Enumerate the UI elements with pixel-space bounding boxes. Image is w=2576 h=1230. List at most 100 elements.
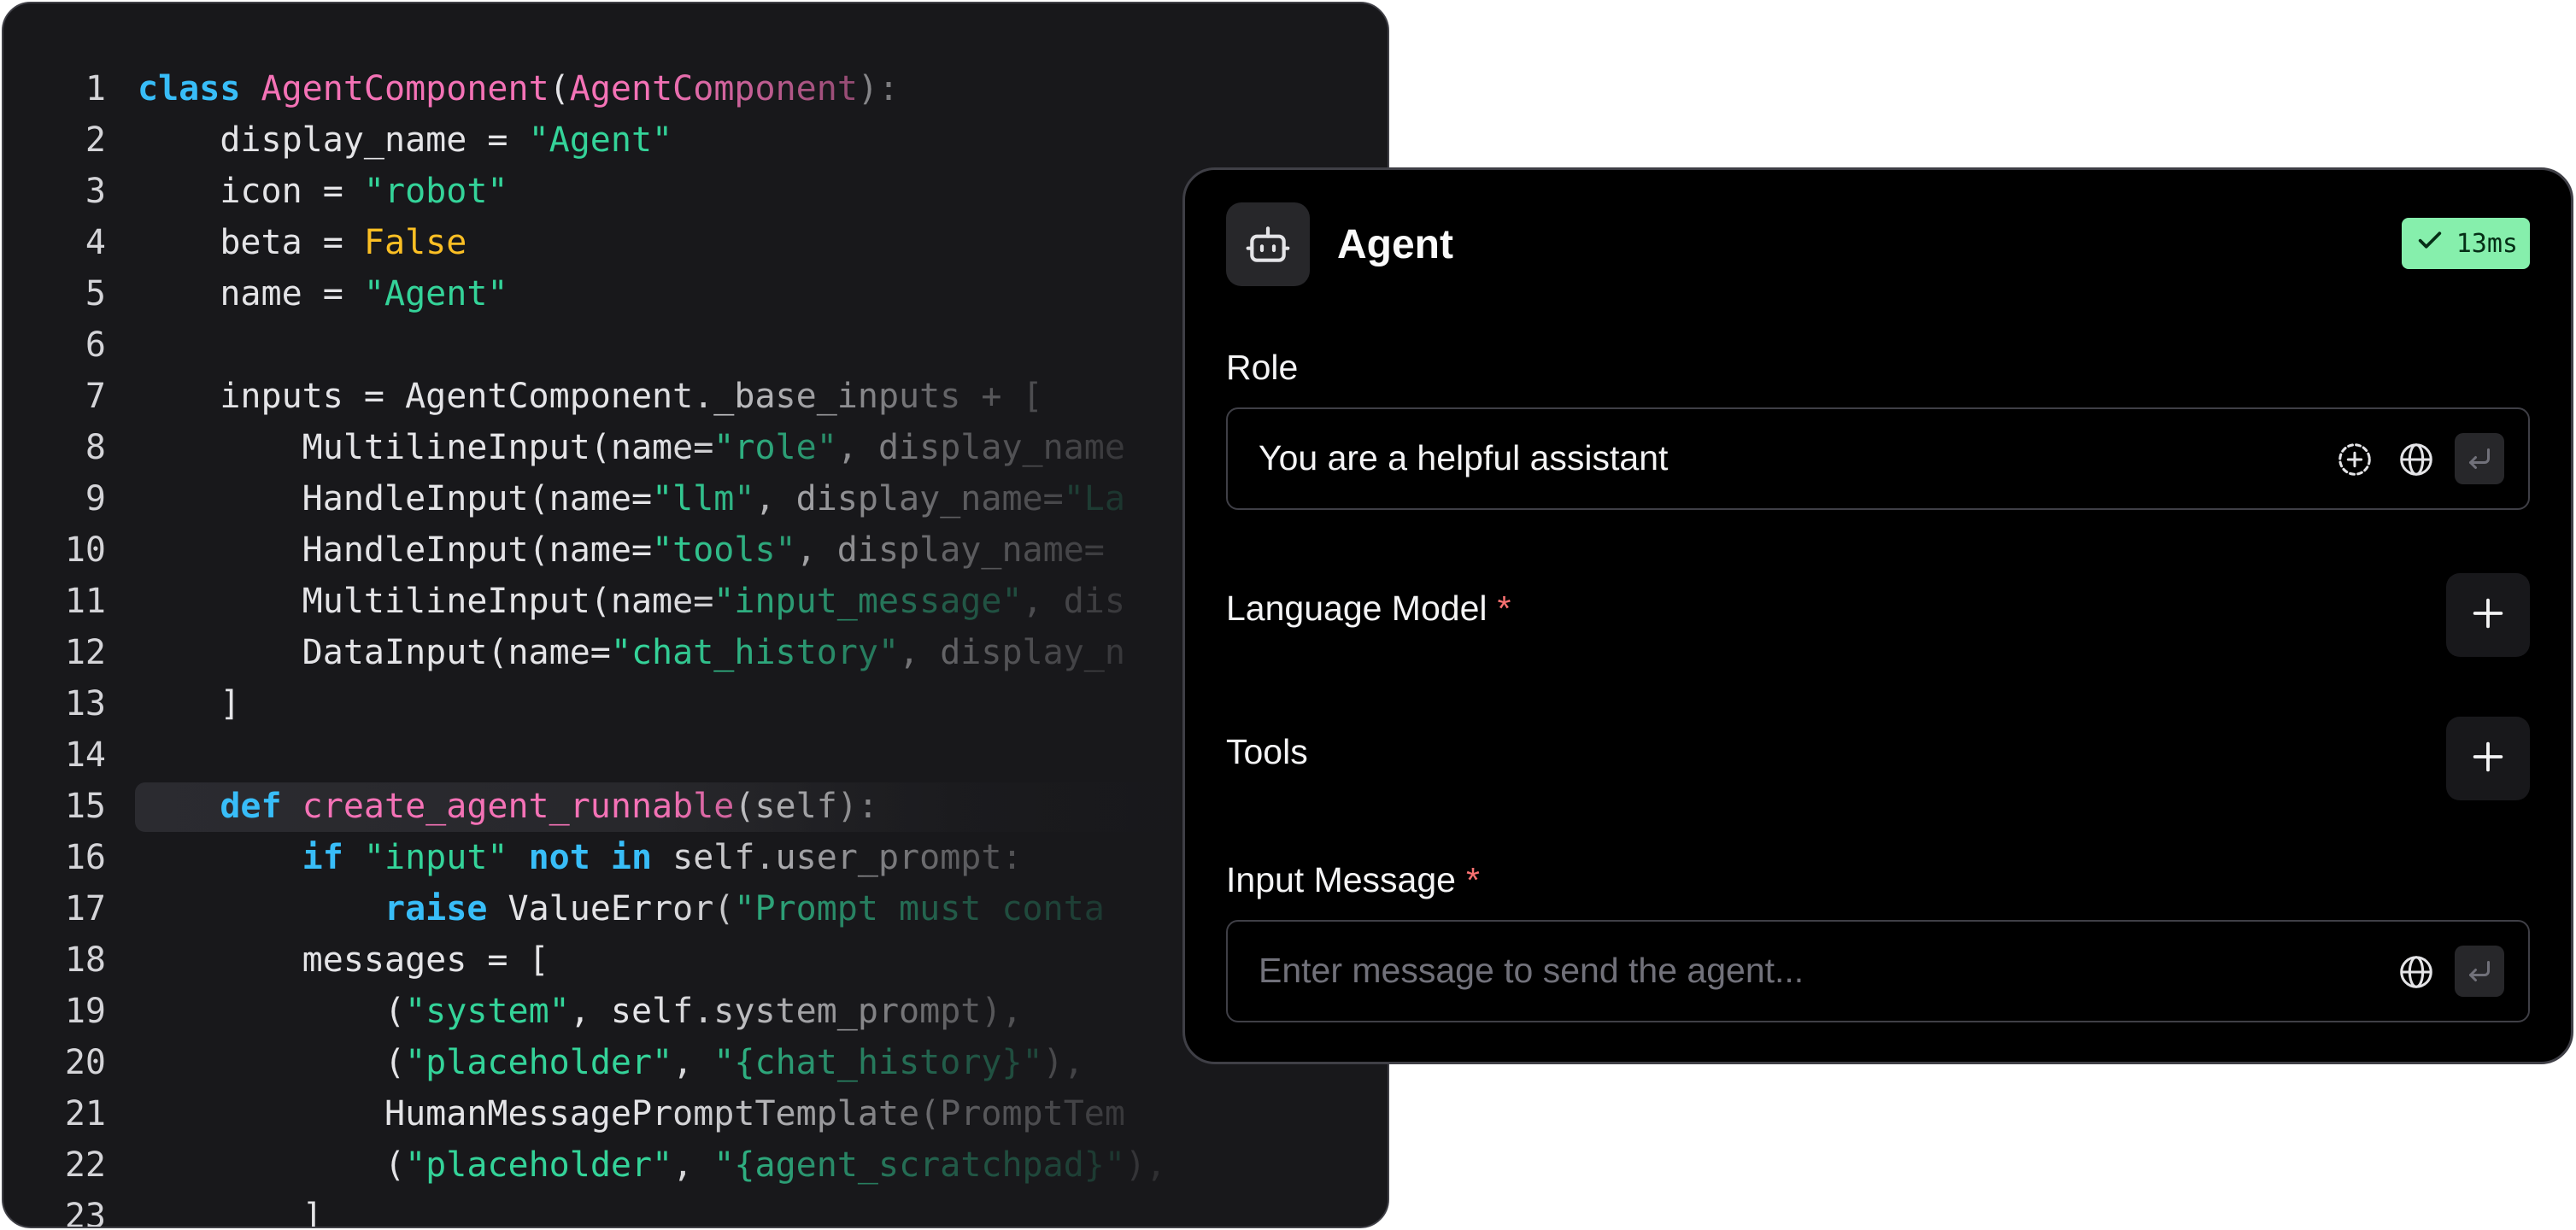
code-token: "system" [405,992,570,1031]
code-token: "La [1063,479,1125,518]
code-content: class AgentComponent(AgentComponent): [138,63,899,114]
agent-card[interactable]: Agent 13ms Role You are a helpful assist… [1182,167,2573,1064]
code-content: ("placeholder", "{agent_scratchpad}"), [138,1139,1166,1191]
code-content: name = "Agent" [138,268,508,319]
code-content: display_name = "Agent" [138,114,672,166]
code-line: 5 name = "Agent" [3,268,1388,319]
code-line: 10 HandleInput(name="tools", display_nam… [3,524,1388,576]
line-number: 6 [85,325,106,365]
code-line: 18 messages = [ [3,934,1388,986]
code-line: 3 icon = "robot" [3,166,1388,217]
required-marker: * [1497,589,1511,628]
enter-icon[interactable] [2455,433,2504,484]
code-token: messages = [ [138,940,549,980]
code-token: ( [138,1043,406,1082]
add-language-model-button[interactable] [2446,573,2530,657]
code-line: 8 MultilineInput(name="role", display_na… [3,422,1388,473]
code-lines: 1 class AgentComponent(AgentComponent): 2 … [3,63,1388,1228]
role-input-value[interactable]: You are a helpful assistant [1259,438,1668,478]
line-number: 5 [85,274,106,313]
code-content: icon = "robot" [138,166,508,217]
code-token: AgentComponent [261,69,549,108]
add-variable-icon[interactable] [2330,435,2379,484]
robot-icon [1226,202,1310,286]
add-tools-button[interactable] [2446,717,2530,800]
input-message-label: Input Message * [1226,860,1480,900]
input-message-label-text: Input Message [1226,860,1456,899]
code-line: 19 ("system", self.system_prompt), [3,986,1388,1037]
code-line: 1 class AgentComponent(AgentComponent): [3,63,1388,114]
line-number: 17 [64,889,106,928]
code-token: "role" [713,428,837,467]
code-editor: 1 class AgentComponent(AgentComponent): 2 … [2,2,1389,1228]
code-token: , dis [1022,582,1125,621]
code-content: ("placeholder", "{chat_history}"), [138,1037,1084,1088]
line-number: 14 [64,735,106,775]
code-token: ( [138,1145,406,1185]
input-message-placeholder[interactable]: Enter message to send the agent... [1259,951,1804,991]
code-token: inputs = AgentComponent._base_inputs + [ [138,377,1043,416]
code-line: 6 [3,319,1388,371]
code-token: icon = [138,172,364,211]
code-token: name = [138,274,364,313]
code-line: 14 [3,729,1388,781]
line-number: 11 [64,582,106,621]
code-token: , display_name= [754,479,1064,518]
globe-icon[interactable] [2391,435,2441,484]
code-token: "Agent" [528,120,673,160]
code-token: MultilineInput(name= [138,428,714,467]
code-token: create_agent_runnable [302,787,735,826]
agent-title: Agent [1337,222,1453,267]
line-number: 15 [64,787,106,826]
line-number: 23 [64,1197,106,1228]
code-token: ValueError( [508,889,735,928]
plus-icon [2468,594,2508,637]
code-line: 20 ("placeholder", "{chat_history}"), [3,1037,1388,1088]
code-line: 21 HumanMessagePromptTemplate(PromptTem [3,1088,1388,1139]
code-token: not in [528,838,673,877]
code-content: if "input" not in self.user_prompt: [138,832,1023,883]
code-line: 23 ] [3,1191,1388,1228]
code-token: AgentComponent [569,69,858,108]
code-line: 9 HandleInput(name="llm", display_name="… [3,473,1388,524]
code-token: "tools" [652,530,796,570]
code-line: 15 def create_agent_runnable(self): [3,781,1388,832]
code-token: "placeholder" [405,1043,673,1082]
code-content: inputs = AgentComponent._base_inputs + [ [138,371,1043,422]
code-token: , display_n [899,633,1125,672]
line-number: 20 [64,1043,106,1082]
code-content: ] [138,1191,323,1227]
line-number: 22 [64,1145,106,1185]
code-content: HumanMessagePromptTemplate(PromptTem [138,1088,1125,1139]
code-token: MultilineInput(name= [138,582,714,621]
language-model-label-text: Language Model [1226,589,1488,628]
code-content: raise ValueError("Prompt must conta [138,883,1105,934]
line-number: 9 [85,479,106,518]
line-number: 7 [85,377,106,416]
code-token: False [363,223,467,262]
enter-icon[interactable] [2455,946,2504,997]
code-token: , display_name= [795,530,1105,570]
code-line: 17 raise ValueError("Prompt must conta [3,883,1388,934]
build-time-value: 13ms [2456,228,2518,259]
line-number: 16 [64,838,106,877]
code-token: (self): [734,787,878,826]
code-token: "llm" [652,479,755,518]
code-line: 4 beta = False [3,217,1388,268]
globe-icon[interactable] [2391,947,2441,997]
role-input[interactable]: You are a helpful assistant [1226,407,2530,510]
code-token: self.user_prompt: [672,838,1023,877]
code-token: HumanMessagePromptTemplate(PromptTem [138,1094,1125,1133]
code-token: def [138,787,302,826]
code-content: HandleInput(name="tools", display_name= [138,524,1105,576]
input-message-field[interactable]: Enter message to send the agent... [1226,920,2530,1022]
code-token: display_name = [138,120,529,160]
build-time-badge: 13ms [2401,218,2530,269]
line-number: 21 [64,1094,106,1133]
line-number: 10 [64,530,106,570]
code-token: "chat_history" [610,633,900,672]
code-line: 13 ] [3,678,1388,729]
code-token: "{chat_history}" [713,1043,1043,1082]
code-line: 12 DataInput(name="chat_history", displa… [3,627,1388,678]
code-content: ] [138,678,240,729]
